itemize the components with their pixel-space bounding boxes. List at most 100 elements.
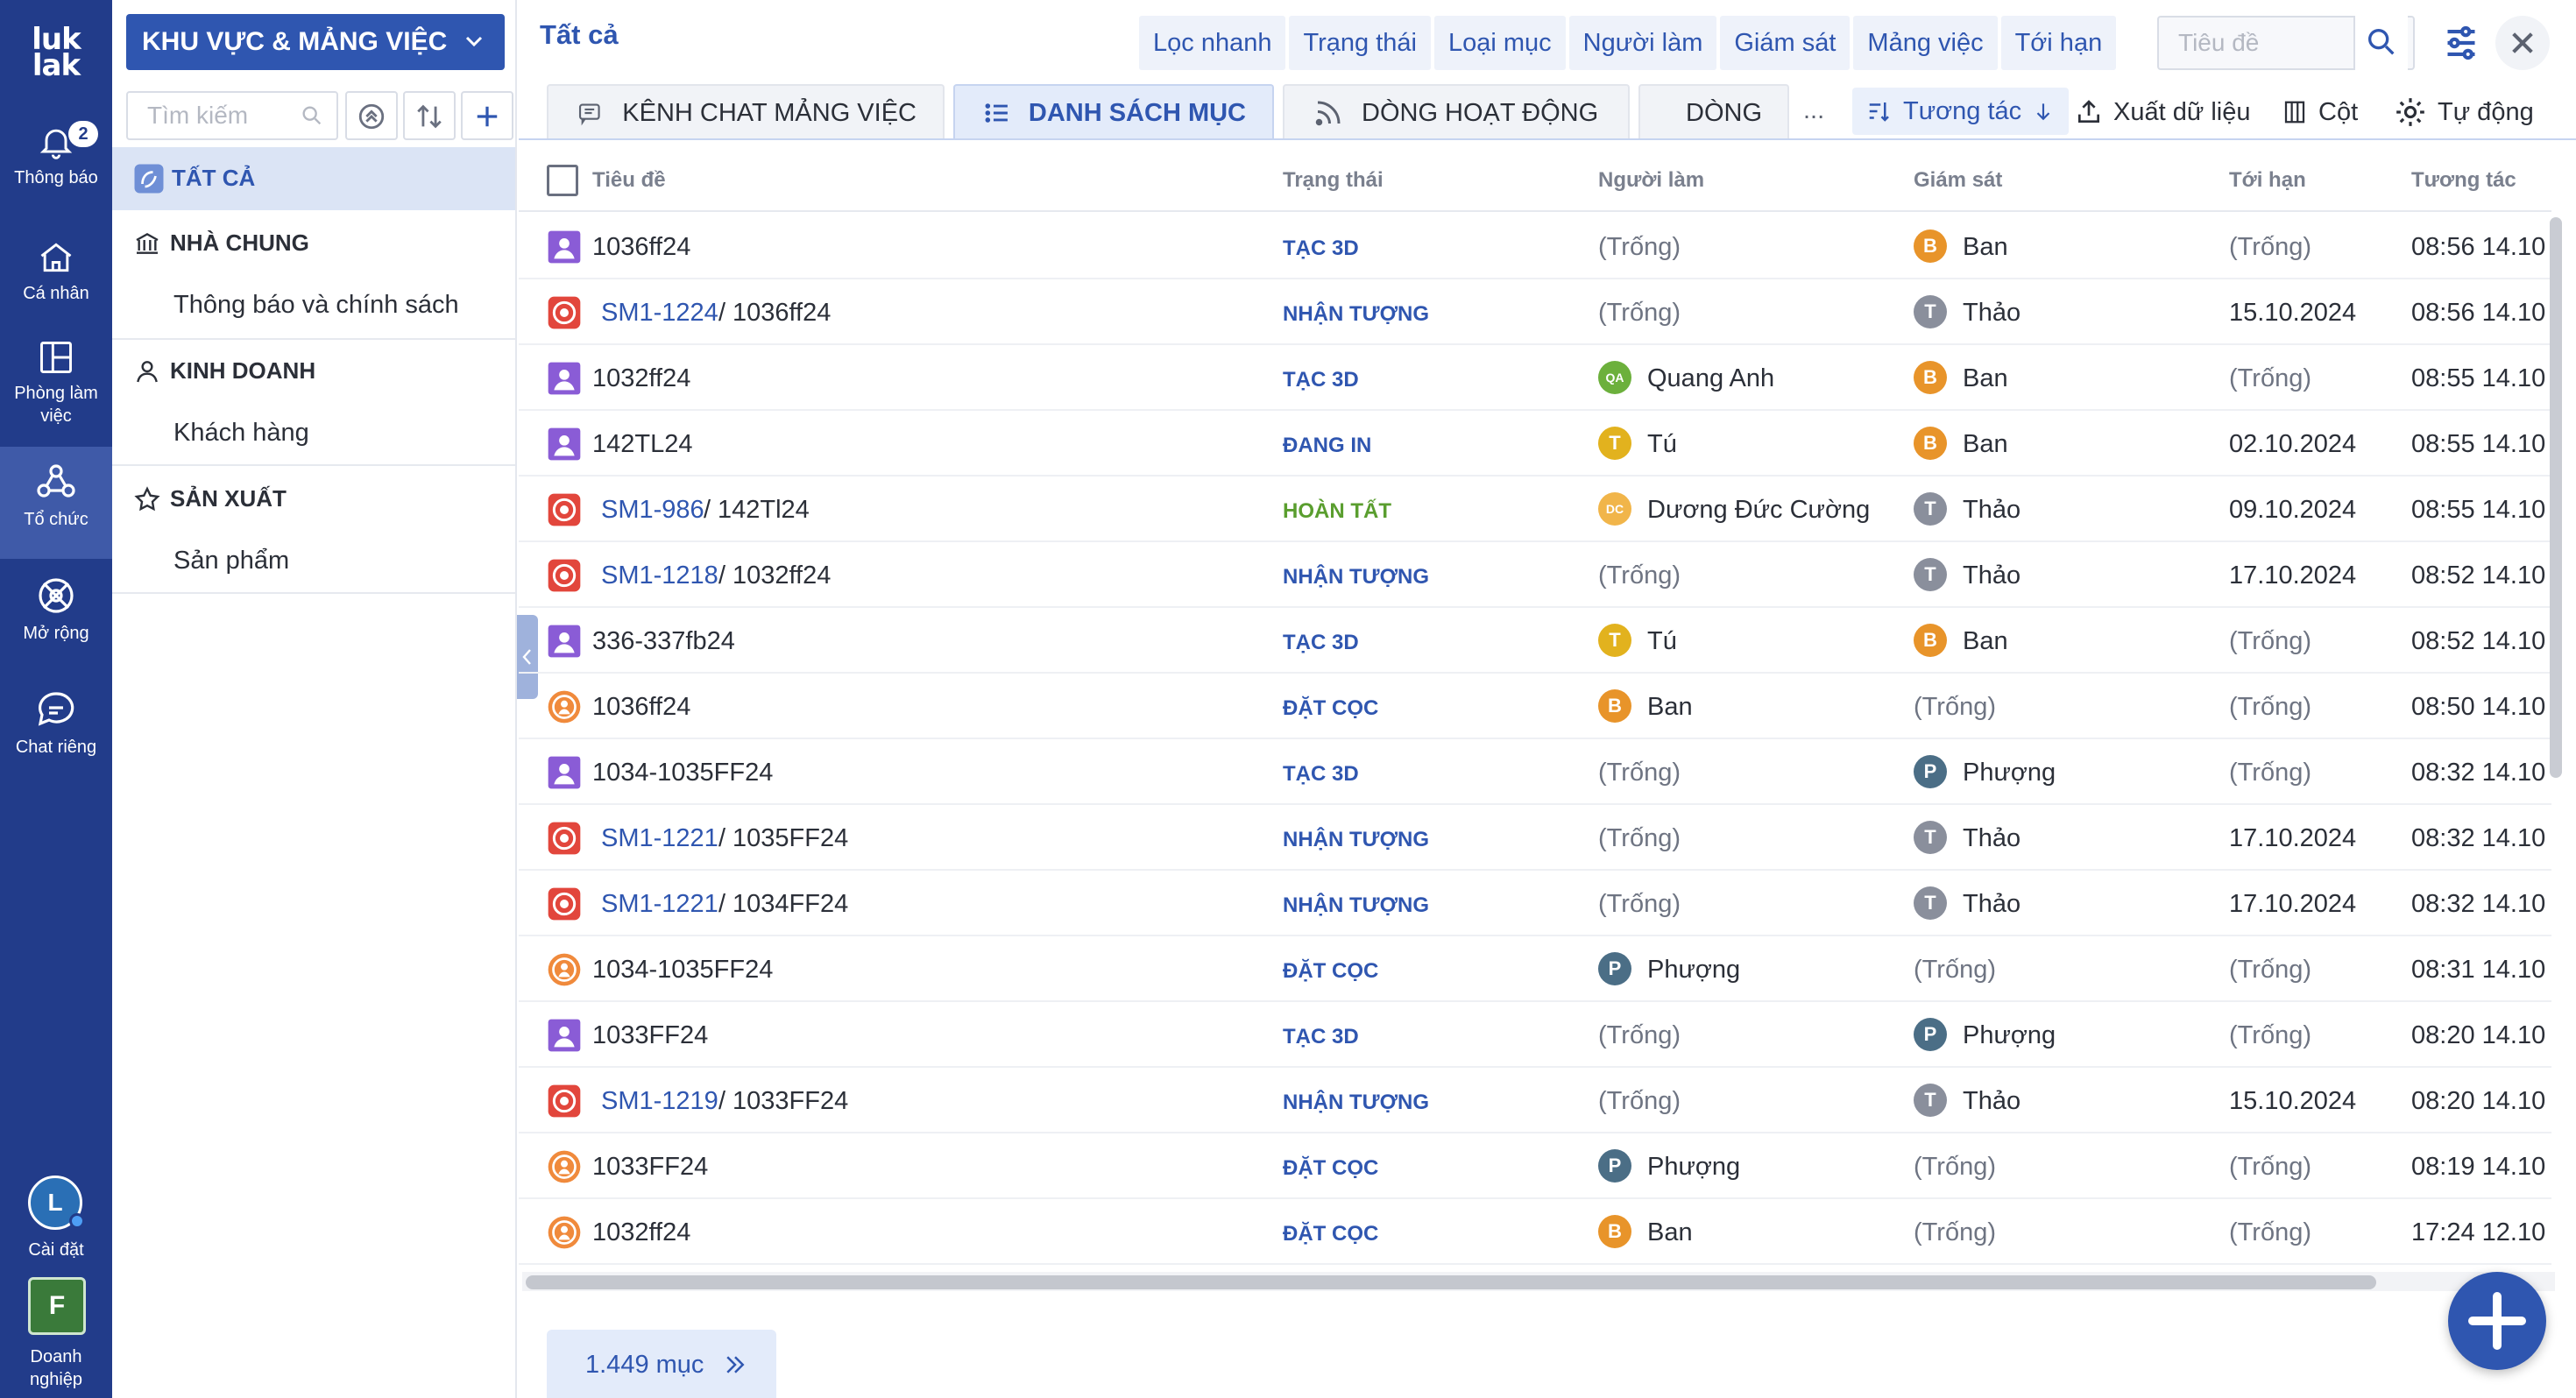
item-code-link[interactable]: SM1-1219: [601, 1087, 718, 1116]
item-code-link[interactable]: SM1-986: [601, 496, 704, 525]
automation-button[interactable]: Tự động: [2394, 84, 2534, 140]
supervisor-name[interactable]: Ban: [1963, 430, 2008, 459]
vertical-scrollbar[interactable]: [2550, 217, 2562, 778]
workspace-selector[interactable]: KHU VỰC & MẢNG VIỆC: [126, 14, 505, 70]
supervisor-name[interactable]: Thảo: [1963, 299, 2020, 328]
rail-workrooms[interactable]: Phòng làm việc: [0, 338, 112, 427]
item-code-link[interactable]: SM1-1221: [601, 824, 718, 853]
status-label[interactable]: NHẬN TƯỢNG: [1283, 1091, 1429, 1115]
item-parent-title[interactable]: 1036ff24: [732, 299, 831, 328]
sort-tree-button[interactable]: [403, 91, 456, 140]
table-row[interactable]: 1034-1035FF24 TẠC 3D (Trống) P Phượng (Trống)…: [519, 739, 2551, 805]
status-label[interactable]: HOÀN TẤT: [1283, 499, 1391, 524]
filter-assignee[interactable]: Người làm: [1568, 16, 1717, 70]
item-title[interactable]: 1034-1035FF24: [592, 956, 773, 985]
item-count-button[interactable]: 1.449 mục: [547, 1330, 776, 1398]
table-row[interactable]: 1032ff24 ĐẶT CỌC B Ban (Trống) (Trống) 17:24 1…: [519, 1199, 2551, 1265]
rail-personal[interactable]: Cá nhân: [0, 238, 112, 305]
item-code-link[interactable]: SM1-1221: [601, 890, 718, 919]
rail-organization[interactable]: Tổ chức: [0, 447, 112, 559]
item-parent-title[interactable]: 1033FF24: [732, 1087, 848, 1116]
supervisor-name[interactable]: Thảo: [1963, 824, 2020, 853]
status-label[interactable]: ĐẶT CỌC: [1283, 696, 1378, 721]
assignee-name[interactable]: Tú: [1647, 627, 1677, 656]
filter-supervisor[interactable]: Giám sát: [1720, 16, 1851, 70]
status-label[interactable]: ĐẶT CỌC: [1283, 959, 1378, 984]
item-code-link[interactable]: SM1-1224: [601, 299, 718, 328]
table-row[interactable]: 1032ff24 TẠC 3D QA Quang Anh B Ban (Trống) 08:5…: [519, 345, 2551, 411]
table-row[interactable]: SM1-1224 1036ff24 NHẬN TƯỢNG (Trống) T Thảo 15…: [519, 279, 2551, 345]
assignee-name[interactable]: Phượng: [1647, 1153, 1740, 1182]
tree-item-customers[interactable]: Khách hàng: [173, 419, 309, 448]
supervisor-name[interactable]: Thảo: [1963, 890, 2020, 919]
filter-type[interactable]: Loại mục: [1433, 16, 1566, 70]
status-label[interactable]: TẠC 3D: [1283, 237, 1359, 261]
add-area-button[interactable]: [461, 91, 513, 140]
rail-company-label[interactable]: Doanh nghiệp: [0, 1345, 112, 1391]
tree-item-all[interactable]: TẤT CẢ: [112, 147, 515, 210]
status-label[interactable]: NHẬN TƯỢNG: [1283, 302, 1429, 327]
lukalak-logo[interactable]: luk lak: [0, 25, 112, 81]
status-label[interactable]: TẠC 3D: [1283, 368, 1359, 392]
filter-due[interactable]: Tới hạn: [2000, 16, 2117, 70]
export-data-button[interactable]: Xuất dữ liệu: [2075, 84, 2250, 140]
filter-status[interactable]: Trạng thái: [1289, 16, 1431, 70]
search-button[interactable]: [2353, 16, 2408, 70]
table-row[interactable]: SM1-986 142Tl24 HOÀN TẤT DC Dương Đức Cường T…: [519, 477, 2551, 542]
columns-button[interactable]: Cột: [2282, 84, 2358, 140]
table-row[interactable]: 1034-1035FF24 ĐẶT CỌC P Phượng (Trống) (Trống…: [519, 936, 2551, 1002]
supervisor-name[interactable]: Thảo: [1963, 1087, 2020, 1116]
status-label[interactable]: NHẬN TƯỢNG: [1283, 565, 1429, 590]
column-header-interaction[interactable]: Tương tác: [2411, 168, 2516, 193]
supervisor-name[interactable]: Ban: [1963, 233, 2008, 262]
status-label[interactable]: ĐẶT CỌC: [1283, 1156, 1378, 1181]
table-row[interactable]: 336-337fb24 TẠC 3D T Tú B Ban (Trống) 08:52 14.…: [519, 608, 2551, 674]
status-label[interactable]: ĐANG IN: [1283, 434, 1371, 458]
item-title[interactable]: 1032ff24: [592, 1218, 690, 1247]
status-label[interactable]: TẠC 3D: [1283, 1025, 1359, 1049]
horizontal-scrollbar[interactable]: [526, 1275, 2376, 1289]
table-row[interactable]: SM1-1219 1033FF24 NHẬN TƯỢNG (Trống) T Thảo 15…: [519, 1068, 2551, 1133]
collapse-all-button[interactable]: [345, 91, 398, 140]
item-parent-title[interactable]: 142Tl24: [718, 496, 810, 525]
table-row[interactable]: 142TL24 ĐANG IN T Tú B Ban 02.10.2024 08:55 14.…: [519, 411, 2551, 477]
tree-item-announcements[interactable]: Thông báo và chính sách: [173, 291, 459, 320]
sort-by-interaction-button[interactable]: Tương tác: [1852, 88, 2070, 135]
table-row[interactable]: SM1-1218 1032ff24 NHẬN TƯỢNG (Trống) T Thảo 17…: [519, 542, 2551, 608]
column-header-supervisor[interactable]: Giám sát: [1914, 168, 2002, 193]
item-title[interactable]: 1034-1035FF24: [592, 759, 773, 787]
status-label[interactable]: TẠC 3D: [1283, 631, 1359, 655]
more-tabs-button[interactable]: ...: [1803, 96, 1824, 125]
rail-private-chat[interactable]: Chat riêng: [0, 688, 112, 759]
supervisor-name[interactable]: Thảo: [1963, 496, 2020, 525]
tab-activity-feed[interactable]: DÒNG HOẠT ĐỘNG: [1283, 84, 1630, 140]
filter-quick[interactable]: Lọc nhanh: [1139, 16, 1286, 70]
table-row[interactable]: SM1-1221 1034FF24 NHẬN TƯỢNG (Trống) T Thảo 17…: [519, 871, 2551, 936]
rail-extensions[interactable]: Mở rộng: [0, 575, 112, 645]
assignee-name[interactable]: Dương Đức Cường: [1647, 496, 1870, 525]
status-label[interactable]: NHẬN TƯỢNG: [1283, 893, 1429, 918]
add-item-fab[interactable]: [2448, 1272, 2546, 1370]
column-header-status[interactable]: Trạng thái: [1283, 168, 1384, 193]
table-row[interactable]: SM1-1221 1035FF24 NHẬN TƯỢNG (Trống) T Thảo 17…: [519, 805, 2551, 871]
close-button[interactable]: [2495, 16, 2550, 70]
tab-item-list[interactable]: DANH SÁCH MỤC: [953, 84, 1274, 140]
table-row[interactable]: 1033FF24 ĐẶT CỌC P Phượng (Trống) (Trống) 08:1…: [519, 1133, 2551, 1199]
item-parent-title[interactable]: 1034FF24: [732, 890, 848, 919]
tree-item-products[interactable]: Sản phẩm: [173, 547, 289, 575]
assignee-name[interactable]: Quang Anh: [1647, 364, 1774, 393]
rail-notifications[interactable]: 2 Thông báo: [0, 121, 112, 189]
column-header-title[interactable]: Tiêu đề: [592, 168, 666, 193]
item-parent-title[interactable]: 1035FF24: [732, 824, 848, 853]
tree-search-input[interactable]: Tìm kiếm: [126, 91, 338, 140]
supervisor-name[interactable]: Phượng: [1963, 759, 2056, 787]
item-title[interactable]: 1032ff24: [592, 364, 690, 393]
supervisor-name[interactable]: Ban: [1963, 364, 2008, 393]
assignee-name[interactable]: Ban: [1647, 1218, 1693, 1247]
user-avatar[interactable]: L: [28, 1176, 85, 1230]
supervisor-name[interactable]: Phượng: [1963, 1021, 2056, 1050]
supervisor-name[interactable]: Ban: [1963, 627, 2008, 656]
title-search-input[interactable]: Tiêu đề: [2157, 16, 2415, 70]
item-title[interactable]: 1033FF24: [592, 1153, 708, 1182]
item-title[interactable]: 1033FF24: [592, 1021, 708, 1050]
